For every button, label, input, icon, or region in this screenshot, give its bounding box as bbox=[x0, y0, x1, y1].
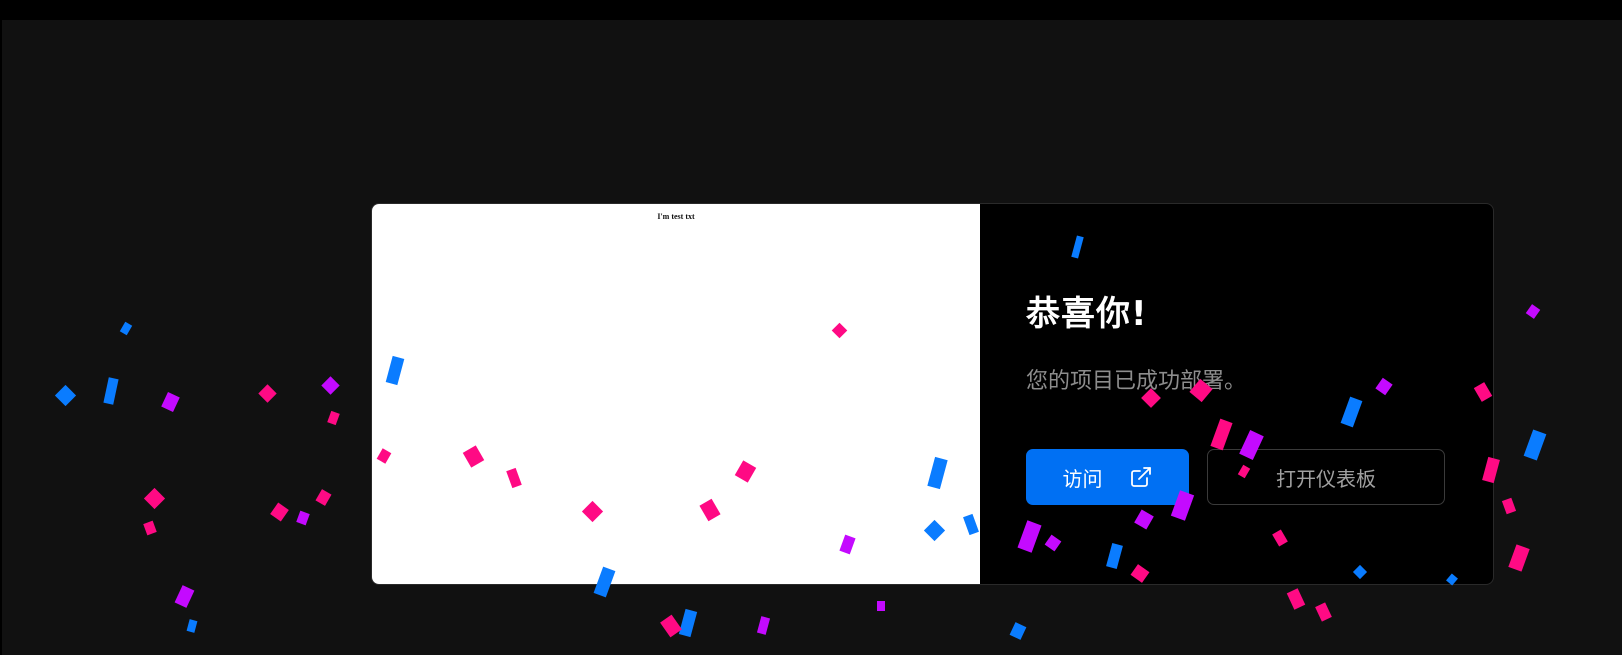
page-background: I'm test txt 恭喜你! 您的项目已成功部署。 访问 打开仪表板 bbox=[2, 20, 1622, 655]
confetti-piece bbox=[321, 376, 340, 395]
success-title: 恭喜你! bbox=[1026, 294, 1148, 334]
confetti-piece bbox=[296, 510, 310, 526]
confetti-piece bbox=[1286, 588, 1306, 610]
confetti-piece bbox=[161, 392, 180, 412]
visit-button[interactable]: 访问 bbox=[1026, 449, 1189, 505]
success-subtitle: 您的项目已成功部署。 bbox=[1026, 369, 1247, 394]
confetti-piece bbox=[1508, 544, 1530, 572]
confetti-piece bbox=[660, 614, 682, 638]
confetti-piece bbox=[270, 502, 289, 522]
confetti-piece bbox=[54, 384, 77, 407]
confetti-piece bbox=[678, 608, 698, 638]
open-dashboard-button[interactable]: 打开仪表板 bbox=[1207, 449, 1445, 505]
confetti-piece bbox=[103, 377, 119, 405]
confetti-piece bbox=[143, 520, 157, 536]
confetti-piece bbox=[119, 321, 133, 336]
site-preview[interactable]: I'm test txt bbox=[372, 204, 980, 584]
open-dashboard-label: 打开仪表板 bbox=[1276, 466, 1376, 491]
confetti-piece bbox=[143, 487, 166, 510]
confetti-piece bbox=[1501, 497, 1517, 515]
confetti-piece bbox=[315, 489, 332, 506]
confetti-piece bbox=[1315, 602, 1332, 622]
confetti-piece bbox=[1009, 622, 1027, 640]
success-panel: 恭喜你! 您的项目已成功部署。 访问 打开仪表板 bbox=[980, 204, 1493, 584]
visit-button-label: 访问 bbox=[1062, 466, 1103, 491]
confetti-piece bbox=[174, 585, 195, 608]
preview-text: I'm test txt bbox=[657, 212, 695, 221]
confetti-piece bbox=[877, 601, 885, 611]
confetti-piece bbox=[186, 619, 198, 633]
confetti-piece bbox=[1523, 429, 1547, 461]
confetti-piece bbox=[1525, 304, 1541, 319]
external-link-icon bbox=[1129, 465, 1153, 489]
confetti-piece bbox=[756, 616, 771, 635]
deployment-success-card: I'm test txt 恭喜你! 您的项目已成功部署。 访问 打开仪表板 bbox=[371, 203, 1494, 585]
confetti-piece bbox=[258, 384, 277, 403]
confetti-piece bbox=[327, 410, 340, 426]
